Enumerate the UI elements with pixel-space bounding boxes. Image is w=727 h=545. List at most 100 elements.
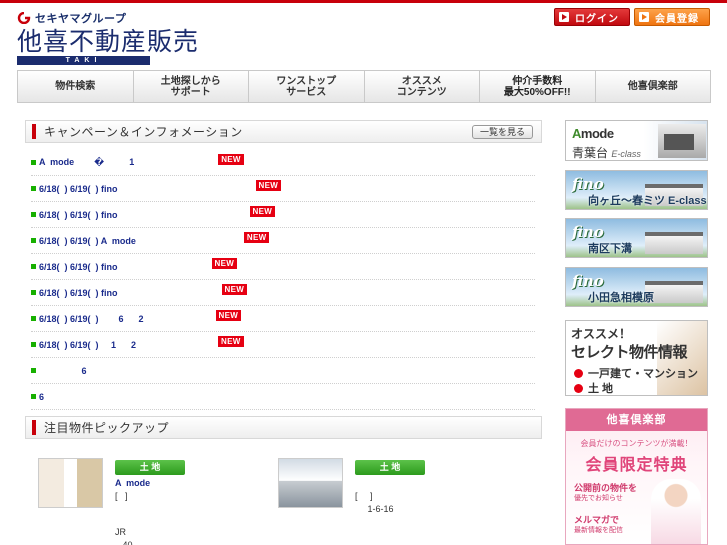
bullet-icon bbox=[31, 342, 36, 347]
news-text: 6/18( ) 6/19( ) A mode bbox=[39, 235, 136, 246]
bullet-icon bbox=[31, 186, 36, 191]
news-text: 6/18( ) 6/19( ) fino bbox=[39, 261, 118, 272]
news-text: 6/18( ) 6/19( ) fino bbox=[39, 183, 118, 194]
news-item[interactable]: 6/18( ) 6/19( ) A mode NEW bbox=[31, 228, 535, 254]
arrow-right-icon bbox=[559, 12, 569, 22]
property-photo[interactable] bbox=[38, 458, 103, 508]
nav-fee-discount[interactable]: 仲介手数料 最大50%OFF!! bbox=[480, 71, 596, 102]
fino-place: 南区下溝 bbox=[588, 243, 632, 255]
news-text: 6/18( ) 6/19( ) fino bbox=[39, 209, 118, 220]
news-text: 6/18( ) 6/19( ) 6 2 bbox=[39, 313, 144, 324]
new-badge: NEW bbox=[211, 257, 238, 269]
company-roman: TAKI bbox=[17, 56, 150, 65]
news-item[interactable]: A mode � 1 NEW bbox=[31, 150, 535, 176]
club-subtitle: 会員だけのコンテンツが満載！ bbox=[580, 439, 693, 448]
news-item[interactable]: 6/18( ) 6/19( ) 1 2 NEW bbox=[31, 332, 535, 358]
fino-place: 向ヶ丘～春ミツ E-class bbox=[588, 195, 707, 207]
banner-fino-odakyu[interactable]: fino 小田急相模原 bbox=[565, 267, 708, 307]
pickup-title: 注目物件ピックアップ bbox=[44, 421, 170, 435]
bullet-icon bbox=[31, 238, 36, 243]
group-name: セキヤマグループ bbox=[17, 10, 199, 26]
banner-select-properties[interactable]: オススメ！ セレクト物件情報 一戸建て・マンション 土 地 bbox=[565, 320, 708, 396]
property-info: [ ] bbox=[355, 491, 373, 501]
bullet-icon bbox=[31, 212, 36, 217]
banner-taki-club[interactable]: 他喜倶楽部 会員だけのコンテンツが満載！ 会員限定特典 公開前の物件を 優先でお… bbox=[565, 408, 708, 545]
property-type-tag: 土 地 bbox=[355, 460, 425, 475]
news-item[interactable]: 6 bbox=[31, 384, 535, 410]
site-logo[interactable]: セキヤマグループ 他喜不動産販売 TAKI bbox=[17, 10, 199, 65]
login-button[interactable]: ログイン bbox=[554, 8, 630, 26]
company-name: 他喜不動産販売 bbox=[17, 27, 200, 56]
heading-accent bbox=[32, 420, 36, 435]
fino-place: 小田急相模原 bbox=[588, 292, 654, 304]
pickup-header: 注目物件ピックアップ bbox=[25, 416, 542, 439]
news-list: A mode � 1 NEW 6/18( ) 6/19( ) fino NEW … bbox=[31, 150, 535, 410]
campaign-header: キャンペーン＆インフォメーション 一覧を見る bbox=[25, 120, 542, 143]
global-nav: 物件検索 土地探しから サポート ワンストップ サービス オススメ コンテンツ … bbox=[17, 70, 711, 103]
select-row-land: 土 地 bbox=[574, 380, 613, 395]
club-header: 他喜倶楽部 bbox=[566, 409, 707, 431]
banner-fino-mukaigaoka[interactable]: fino 向ヶ丘～春ミツ E-class bbox=[565, 170, 708, 210]
heading-accent bbox=[32, 124, 36, 139]
bullet-icon bbox=[31, 290, 36, 295]
building-image bbox=[645, 232, 703, 254]
select-kicker: オススメ！ bbox=[571, 327, 632, 341]
new-badge: NEW bbox=[218, 153, 244, 165]
view-all-button[interactable]: 一覧を見る bbox=[471, 125, 533, 139]
club-benefit-1-sub: 優先でお知らせ bbox=[574, 495, 623, 502]
news-item[interactable]: 6 bbox=[31, 358, 535, 384]
news-item[interactable]: 6/18( ) 6/19( ) fino NEW bbox=[31, 280, 535, 306]
property-photo[interactable] bbox=[278, 458, 343, 508]
login-label: ログイン bbox=[575, 13, 619, 25]
news-item[interactable]: 6/18( ) 6/19( ) fino NEW bbox=[31, 176, 535, 202]
bullet-icon bbox=[31, 368, 36, 373]
bullet-icon bbox=[31, 316, 36, 321]
news-text: A mode � 1 bbox=[39, 157, 135, 167]
bullet-icon bbox=[31, 394, 36, 399]
property-type-tag: 土 地 bbox=[115, 460, 185, 475]
new-badge: NEW bbox=[218, 335, 244, 347]
bullet-icon bbox=[31, 264, 36, 269]
news-text: 6 bbox=[39, 391, 45, 402]
banner-fino-minamiku[interactable]: fino 南区下溝 bbox=[565, 218, 708, 258]
register-button[interactable]: 会員登録 bbox=[634, 8, 710, 26]
nav-club[interactable]: 他喜倶楽部 bbox=[596, 71, 711, 102]
nav-recommended[interactable]: オススメ コンテンツ bbox=[365, 71, 480, 102]
red-dot-icon bbox=[574, 383, 583, 393]
news-item[interactable]: 6/18( ) 6/19( ) 6 2 NEW bbox=[31, 306, 535, 332]
new-badge: NEW bbox=[215, 309, 242, 321]
banner-amode-aobadai[interactable]: Amode 青葉台 E-class bbox=[565, 120, 708, 161]
red-dot-icon bbox=[574, 368, 583, 378]
news-item[interactable]: 6/18( ) 6/19( ) fino NEW bbox=[31, 202, 535, 228]
nav-property-search[interactable]: 物件検索 bbox=[18, 71, 134, 102]
property-walk: 40 bbox=[115, 540, 133, 545]
news-item[interactable]: 6/18( ) 6/19( ) fino NEW bbox=[31, 254, 535, 280]
new-badge: NEW bbox=[221, 283, 248, 295]
select-title: セレクト物件情報 bbox=[571, 344, 688, 361]
nav-land-support[interactable]: 土地探しから サポート bbox=[134, 71, 249, 102]
arrow-right-icon bbox=[639, 12, 649, 22]
fino-logo: fino bbox=[572, 223, 604, 241]
news-text: 6 bbox=[39, 365, 87, 376]
news-text: 6/18( ) 6/19( ) fino bbox=[39, 287, 118, 298]
group-name-text: セキヤマグループ bbox=[35, 13, 127, 25]
new-badge: NEW bbox=[243, 231, 270, 243]
sekiyama-logo-icon bbox=[17, 12, 31, 24]
top-accent-bar bbox=[0, 0, 727, 3]
property-name-link[interactable]: A mode bbox=[115, 477, 150, 489]
house-image bbox=[658, 124, 706, 158]
property-access: JR bbox=[115, 527, 126, 537]
news-text: 6/18( ) 6/19( ) 1 2 bbox=[39, 339, 137, 350]
new-badge: NEW bbox=[255, 179, 282, 191]
club-title: 会員限定特典 bbox=[585, 457, 688, 474]
campaign-section: キャンペーン＆インフォメーション 一覧を見る bbox=[25, 120, 542, 143]
property-address: 1-6-16 bbox=[355, 504, 394, 514]
new-badge: NEW bbox=[249, 205, 276, 217]
campaign-title: キャンペーン＆インフォメーション bbox=[44, 125, 243, 139]
property-info: [ ] bbox=[115, 491, 128, 501]
bullet-icon bbox=[31, 160, 36, 165]
nav-one-stop[interactable]: ワンストップ サービス bbox=[249, 71, 365, 102]
pickup-section: 注目物件ピックアップ bbox=[25, 416, 542, 439]
register-label: 会員登録 bbox=[655, 13, 699, 25]
amode-brand: Amode bbox=[572, 126, 614, 141]
